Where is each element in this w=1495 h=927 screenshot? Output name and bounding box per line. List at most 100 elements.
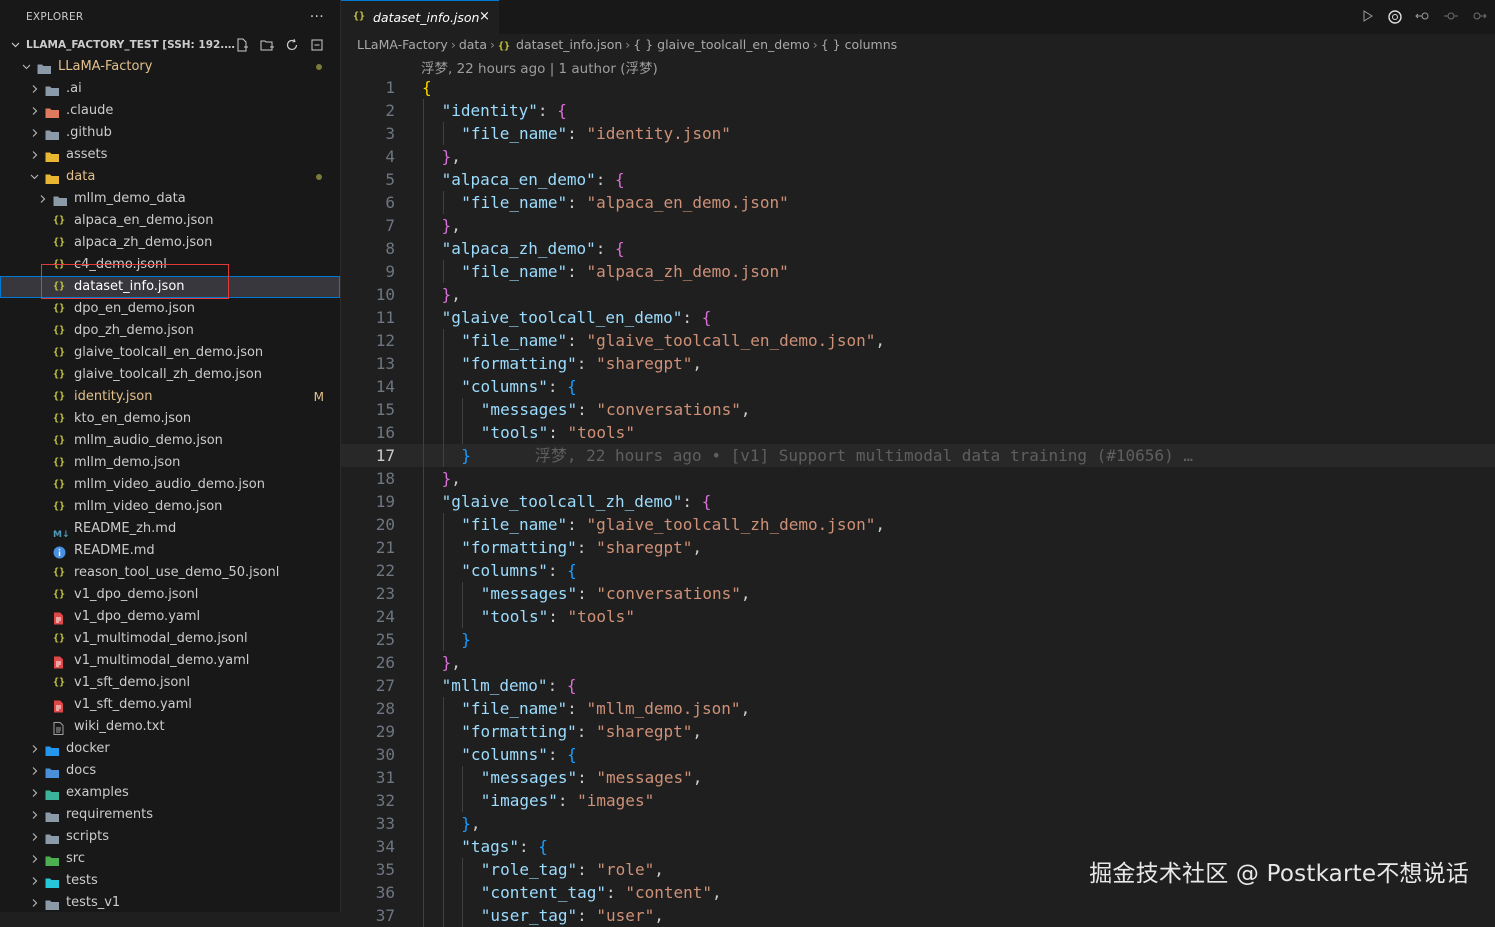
tree-file-c4-demo-jsonl[interactable]: {} c4_demo.jsonl bbox=[0, 254, 340, 276]
tree-file-dataset-info-json[interactable]: {} dataset_info.json bbox=[0, 276, 340, 298]
code-line[interactable]: 4}, bbox=[341, 145, 1495, 168]
tree-file-v1-dpo-demo-yaml[interactable]: v1_dpo_demo.yaml bbox=[0, 606, 340, 628]
tree-folder-llama-factory[interactable]: LLaMA-Factory bbox=[0, 56, 340, 78]
breadcrumb-item[interactable]: { } columns bbox=[821, 37, 897, 52]
code-line[interactable]: 12 "file_name": "glaive_toolcall_en_demo.… bbox=[341, 329, 1495, 352]
next-change-icon[interactable] bbox=[1471, 9, 1487, 29]
previous-change-icon[interactable] bbox=[1443, 9, 1459, 29]
code-line[interactable]: 13 "formatting": "sharegpt", bbox=[341, 352, 1495, 375]
folder-yellow-icon bbox=[45, 149, 59, 162]
code-line[interactable]: 7}, bbox=[341, 214, 1495, 237]
new-folder-icon[interactable] bbox=[258, 34, 276, 56]
code-line[interactable]: 6 "file_name": "alpaca_en_demo.json" bbox=[341, 191, 1495, 214]
tree-file-alpaca-en-demo-json[interactable]: {} alpaca_en_demo.json bbox=[0, 210, 340, 232]
tree-folder-src[interactable]: src bbox=[0, 848, 340, 870]
breadcrumb-item[interactable]: { } glaive_toolcall_en_demo bbox=[633, 37, 809, 52]
code-line[interactable]: 2 "identity": { bbox=[341, 99, 1495, 122]
tree-file-alpaca-zh-demo-json[interactable]: {} alpaca_zh_demo.json bbox=[0, 232, 340, 254]
tree-file-identity-json[interactable]: {} identity.json M bbox=[0, 386, 340, 408]
code-line[interactable]: 9 "file_name": "alpaca_zh_demo.json" bbox=[341, 260, 1495, 283]
editor-area: {} dataset_info.json × LLaMA-Factory › dat… bbox=[341, 0, 1495, 927]
code-line[interactable]: 18}, bbox=[341, 467, 1495, 490]
tree-file-glaive-toolcall-en-demo-json[interactable]: {} glaive_toolcall_en_demo.json bbox=[0, 342, 340, 364]
tree-folder-data[interactable]: data bbox=[0, 166, 340, 188]
code-line[interactable]: 8 "alpaca_zh_demo": { bbox=[341, 237, 1495, 260]
code-line[interactable]: 27 "mllm_demo": { bbox=[341, 674, 1495, 697]
blame-header[interactable]: 浮梦, 22 hours ago | 1 author (浮梦) bbox=[421, 57, 658, 77]
tree-file-mllm-audio-demo-json[interactable]: {} mllm_audio_demo.json bbox=[0, 430, 340, 452]
code-line[interactable]: 29 "formatting": "sharegpt", bbox=[341, 720, 1495, 743]
code-line[interactable]: 11 "glaive_toolcall_en_demo": { bbox=[341, 306, 1495, 329]
code-line[interactable]: 24 "tools": "tools" bbox=[341, 605, 1495, 628]
collapse-all-icon[interactable] bbox=[308, 34, 326, 56]
code-line[interactable]: 25} bbox=[341, 628, 1495, 651]
tree-file-glaive-toolcall-zh-demo-json[interactable]: {} glaive_toolcall_zh_demo.json bbox=[0, 364, 340, 386]
tree-file-dpo-en-demo-json[interactable]: {} dpo_en_demo.json bbox=[0, 298, 340, 320]
tree-folder-ai[interactable]: .ai bbox=[0, 78, 340, 100]
code-line[interactable]: 10}, bbox=[341, 283, 1495, 306]
tree-file-mllm-demo-json[interactable]: {} mllm_demo.json bbox=[0, 452, 340, 474]
chatgpt-icon[interactable] bbox=[1387, 9, 1403, 29]
folder-src-icon bbox=[45, 853, 59, 866]
run-icon[interactable] bbox=[1361, 9, 1375, 29]
breadcrumb-item[interactable]: dataset_info.json bbox=[516, 37, 622, 52]
tree-folder-claude[interactable]: .claude bbox=[0, 100, 340, 122]
tree-file-v1-multimodal-demo-yaml[interactable]: v1_multimodal_demo.yaml bbox=[0, 650, 340, 672]
code-line[interactable]: 31 "messages": "messages", bbox=[341, 766, 1495, 789]
tree-file-mllm-video-demo-json[interactable]: {} mllm_video_demo.json bbox=[0, 496, 340, 518]
code-line[interactable]: 1{ bbox=[341, 76, 1495, 99]
tree-file-reason-tool-use-demo-50-jsonl[interactable]: {} reason_tool_use_demo_50.jsonl bbox=[0, 562, 340, 584]
code-line[interactable]: 30 "columns": { bbox=[341, 743, 1495, 766]
code-line[interactable]: 14 "columns": { bbox=[341, 375, 1495, 398]
new-file-icon[interactable] bbox=[233, 34, 251, 56]
tree-file-v1-multimodal-demo-jsonl[interactable]: {} v1_multimodal_demo.jsonl bbox=[0, 628, 340, 650]
tree-file-v1-sft-demo-yaml[interactable]: v1_sft_demo.yaml bbox=[0, 694, 340, 716]
code-line[interactable]: 23 "messages": "conversations", bbox=[341, 582, 1495, 605]
code-line[interactable]: 17} 浮梦, 22 hours ago • [v1] Support multi… bbox=[341, 444, 1495, 467]
code-line[interactable]: 5 "alpaca_en_demo": { bbox=[341, 168, 1495, 191]
code-line[interactable]: 20 "file_name": "glaive_toolcall_zh_demo.… bbox=[341, 513, 1495, 536]
tree-folder-tests-v1[interactable]: tests_v1 bbox=[0, 892, 340, 912]
tree-folder-assets[interactable]: assets bbox=[0, 144, 340, 166]
tree-file-v1-dpo-demo-jsonl[interactable]: {} v1_dpo_demo.jsonl bbox=[0, 584, 340, 606]
breadcrumb-item[interactable]: LLaMA-Factory bbox=[357, 37, 448, 52]
tree-folder-requirements[interactable]: requirements bbox=[0, 804, 340, 826]
code-line[interactable]: 26}, bbox=[341, 651, 1495, 674]
tree-folder-scripts[interactable]: scripts bbox=[0, 826, 340, 848]
code-line[interactable]: 19 "glaive_toolcall_zh_demo": { bbox=[341, 490, 1495, 513]
code-line[interactable]: 21 "formatting": "sharegpt", bbox=[341, 536, 1495, 559]
open-changes-icon[interactable] bbox=[1415, 9, 1431, 29]
tree-folder-github[interactable]: .github bbox=[0, 122, 340, 144]
tab-dataset-info-json[interactable]: {} dataset_info.json × bbox=[341, 0, 499, 34]
workspace-name: LLAMA_FACTORY_TEST [SSH: 192.168.... bbox=[26, 39, 236, 51]
inline-blame[interactable]: 浮梦, 22 hours ago • [v1] Support multimod… bbox=[535, 446, 1193, 465]
tree-file-wiki-demo-txt[interactable]: wiki_demo.txt bbox=[0, 716, 340, 738]
tree-folder-docker[interactable]: docker bbox=[0, 738, 340, 760]
watermark: 掘金技术社区 @ Postkarte不想说话 bbox=[1089, 861, 1469, 887]
code-line[interactable]: 37 "user_tag": "user", bbox=[341, 904, 1495, 927]
code-line[interactable]: 28 "file_name": "mllm_demo.json", bbox=[341, 697, 1495, 720]
code-line[interactable]: 33}, bbox=[341, 812, 1495, 835]
code-line[interactable]: 22 "columns": { bbox=[341, 559, 1495, 582]
code-line[interactable]: 15 "messages": "conversations", bbox=[341, 398, 1495, 421]
tree-folder-docs[interactable]: docs bbox=[0, 760, 340, 782]
tree-file-mllm-video-audio-demo-json[interactable]: {} mllm_video_audio_demo.json bbox=[0, 474, 340, 496]
tree-file-readme-md[interactable]: README.md bbox=[0, 540, 340, 562]
close-icon[interactable]: × bbox=[479, 9, 490, 24]
tree-folder-examples[interactable]: examples bbox=[0, 782, 340, 804]
tree-file-kto-en-demo-json[interactable]: {} kto_en_demo.json bbox=[0, 408, 340, 430]
tree-folder-mllm-demo-data[interactable]: mllm_demo_data bbox=[0, 188, 340, 210]
tree-file-v1-sft-demo-jsonl[interactable]: {} v1_sft_demo.jsonl bbox=[0, 672, 340, 694]
breadcrumb-item[interactable]: data bbox=[459, 37, 487, 52]
workspace-header[interactable]: LLAMA_FACTORY_TEST [SSH: 192.168.... bbox=[0, 34, 340, 56]
code-line[interactable]: 16 "tools": "tools" bbox=[341, 421, 1495, 444]
code-editor[interactable]: 1{2 "identity": {3 "file_name": "identity.… bbox=[341, 76, 1495, 927]
code-line[interactable]: 3 "file_name": "identity.json" bbox=[341, 122, 1495, 145]
code-line[interactable]: 32 "images": "images" bbox=[341, 789, 1495, 812]
refresh-icon[interactable] bbox=[283, 34, 301, 56]
tree-folder-tests[interactable]: tests bbox=[0, 870, 340, 892]
indent-guide bbox=[442, 697, 444, 720]
tree-file-dpo-zh-demo-json[interactable]: {} dpo_zh_demo.json bbox=[0, 320, 340, 342]
more-actions-icon[interactable]: ··· bbox=[310, 0, 324, 34]
tree-file-readme-zh-md[interactable]: M↓ README_zh.md bbox=[0, 518, 340, 540]
